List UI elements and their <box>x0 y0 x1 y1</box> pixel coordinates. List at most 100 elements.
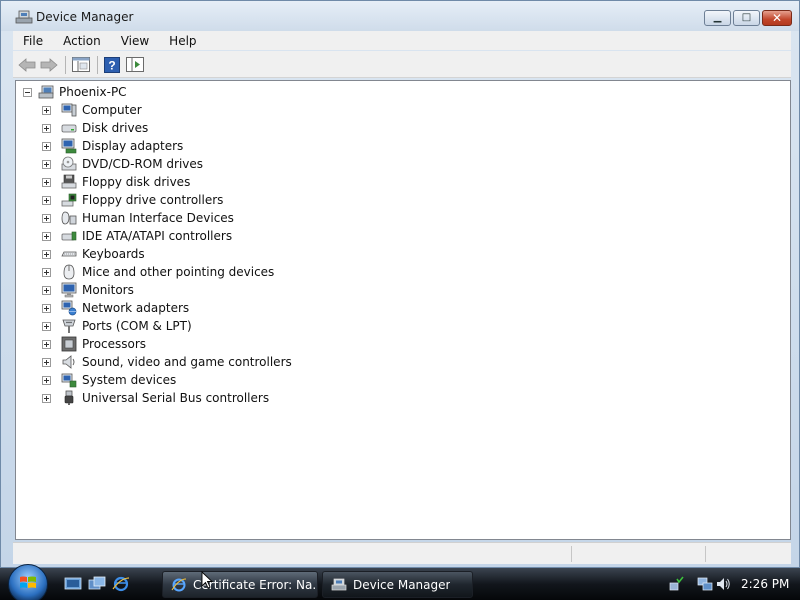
taskbar-button-label: Device Manager <box>353 577 451 592</box>
internet-explorer-icon <box>171 577 187 591</box>
properties-button[interactable] <box>125 56 145 73</box>
computer-name-label: Phoenix-PC <box>59 85 127 99</box>
expand-toggle[interactable] <box>42 177 51 187</box>
tree-item-label: DVD/CD-ROM drives <box>82 157 204 171</box>
tree-item-label: Mice and other pointing devices <box>82 265 275 279</box>
tree-item[interactable]: Computer <box>42 101 142 119</box>
taskbar-clock[interactable]: 2:26 PM <box>741 577 789 591</box>
computer-root-icon <box>38 85 54 99</box>
tree-item[interactable]: Network adapters <box>42 299 189 317</box>
network-connection-icon[interactable] <box>697 576 713 592</box>
tree-item[interactable]: Human Interface Devices <box>42 209 234 227</box>
tree-item-label: Floppy disk drives <box>82 175 191 189</box>
svg-text:?: ? <box>108 58 115 72</box>
network-status-icon[interactable] <box>668 576 684 592</box>
expand-toggle[interactable] <box>42 339 51 349</box>
tree-item-label: Computer <box>82 103 142 117</box>
title-bar[interactable]: Device Manager ▁ □ ✕ <box>1 1 799 31</box>
tree-item[interactable]: Disk drives <box>42 119 148 137</box>
back-button[interactable] <box>17 56 37 73</box>
expand-toggle[interactable] <box>42 321 51 331</box>
tree-item-label: IDE ATA/ATAPI controllers <box>82 229 233 243</box>
mouse-pointer-icon <box>201 571 213 589</box>
expand-toggle[interactable] <box>42 303 51 313</box>
taskbar-button-certificate-error[interactable]: Certificate Error: Na... <box>162 571 318 598</box>
menu-action[interactable]: Action <box>53 34 111 48</box>
device-manager-icon <box>331 578 347 590</box>
forward-button[interactable] <box>39 56 59 73</box>
tree-item-label: Ports (COM & LPT) <box>82 319 192 333</box>
tree-item[interactable]: Ports (COM & LPT) <box>42 317 192 335</box>
forward-arrow-icon <box>40 57 58 72</box>
tree-root-node[interactable]: Phoenix-PC <box>23 83 127 101</box>
properties-icon <box>126 57 144 72</box>
expand-toggle[interactable] <box>42 375 51 385</box>
tree-item[interactable]: DVD/CD-ROM drives <box>42 155 203 173</box>
status-bar-divider <box>571 546 572 562</box>
maximize-button[interactable]: □ <box>733 10 760 26</box>
expand-toggle[interactable] <box>42 105 51 115</box>
tree-item-label: Floppy drive controllers <box>82 193 224 207</box>
tree-item[interactable]: IDE ATA/ATAPI controllers <box>42 227 232 245</box>
tree-item[interactable]: Processors <box>42 335 146 353</box>
close-icon: ✕ <box>771 11 783 25</box>
taskbar: Certificate Error: Na... Device Manager … <box>0 564 800 600</box>
volume-icon[interactable] <box>715 576 731 592</box>
expand-toggle[interactable] <box>42 267 51 277</box>
help-button[interactable]: ? <box>103 56 121 73</box>
tree-item-label: Disk drives <box>82 121 149 135</box>
toolbar-separator <box>97 56 98 74</box>
expand-toggle[interactable] <box>42 357 51 367</box>
system-devices-icon <box>61 373 77 388</box>
expand-toggle[interactable] <box>42 195 51 205</box>
computer-icon <box>61 103 77 117</box>
expand-toggle[interactable] <box>42 231 51 241</box>
dvd-drive-icon <box>61 156 77 171</box>
tree-item[interactable]: Mice and other pointing devices <box>42 263 274 281</box>
switch-windows-icon[interactable] <box>88 576 106 592</box>
expand-toggle[interactable] <box>42 285 51 295</box>
minimize-icon: ▁ <box>713 12 722 23</box>
disk-drive-icon <box>61 124 77 133</box>
menu-file[interactable]: File <box>13 34 53 48</box>
device-tree[interactable]: Phoenix-PC Computer Disk drives Display … <box>15 80 791 540</box>
show-hide-console-tree-button[interactable] <box>71 56 91 73</box>
menu-view[interactable]: View <box>111 34 159 48</box>
help-icon: ? <box>104 56 120 73</box>
monitor-icon <box>61 282 77 298</box>
internet-explorer-icon[interactable] <box>112 576 130 592</box>
processor-icon <box>61 336 77 352</box>
tree-item[interactable]: Floppy disk drives <box>42 173 190 191</box>
device-manager-window: Device Manager ▁ □ ✕ File Action View He… <box>0 0 800 568</box>
tree-item[interactable]: Keyboards <box>42 245 145 263</box>
network-adapter-icon <box>61 300 77 316</box>
tree-item[interactable]: Floppy drive controllers <box>42 191 223 209</box>
status-bar-divider <box>705 546 706 562</box>
tree-item-label: Sound, video and game controllers <box>82 355 292 369</box>
tree-item[interactable]: Monitors <box>42 281 134 299</box>
tree-item[interactable]: Sound, video and game controllers <box>42 353 292 371</box>
collapse-toggle[interactable] <box>23 87 32 97</box>
floppy-drive-icon <box>61 174 77 189</box>
tree-item-label: System devices <box>82 373 177 387</box>
expand-toggle[interactable] <box>42 123 51 133</box>
expand-toggle[interactable] <box>42 159 51 169</box>
expand-toggle[interactable] <box>42 393 51 403</box>
expand-toggle[interactable] <box>42 141 51 151</box>
minimize-button[interactable]: ▁ <box>704 10 731 26</box>
tree-item[interactable]: Display adapters <box>42 137 183 155</box>
close-button[interactable]: ✕ <box>762 10 792 26</box>
tree-item-label: Monitors <box>82 283 134 297</box>
expand-toggle[interactable] <box>42 213 51 223</box>
floppy-controller-icon <box>61 193 77 207</box>
show-desktop-icon[interactable] <box>64 576 82 592</box>
tree-item[interactable]: System devices <box>42 371 176 389</box>
taskbar-button-device-manager[interactable]: Device Manager <box>322 571 473 598</box>
tree-item[interactable]: Universal Serial Bus controllers <box>42 389 269 407</box>
windows-logo-icon <box>20 576 36 588</box>
mouse-icon <box>63 264 75 280</box>
expand-toggle[interactable] <box>42 249 51 259</box>
ide-controller-icon <box>61 231 77 241</box>
menu-help[interactable]: Help <box>159 34 206 48</box>
sound-icon <box>62 355 75 369</box>
